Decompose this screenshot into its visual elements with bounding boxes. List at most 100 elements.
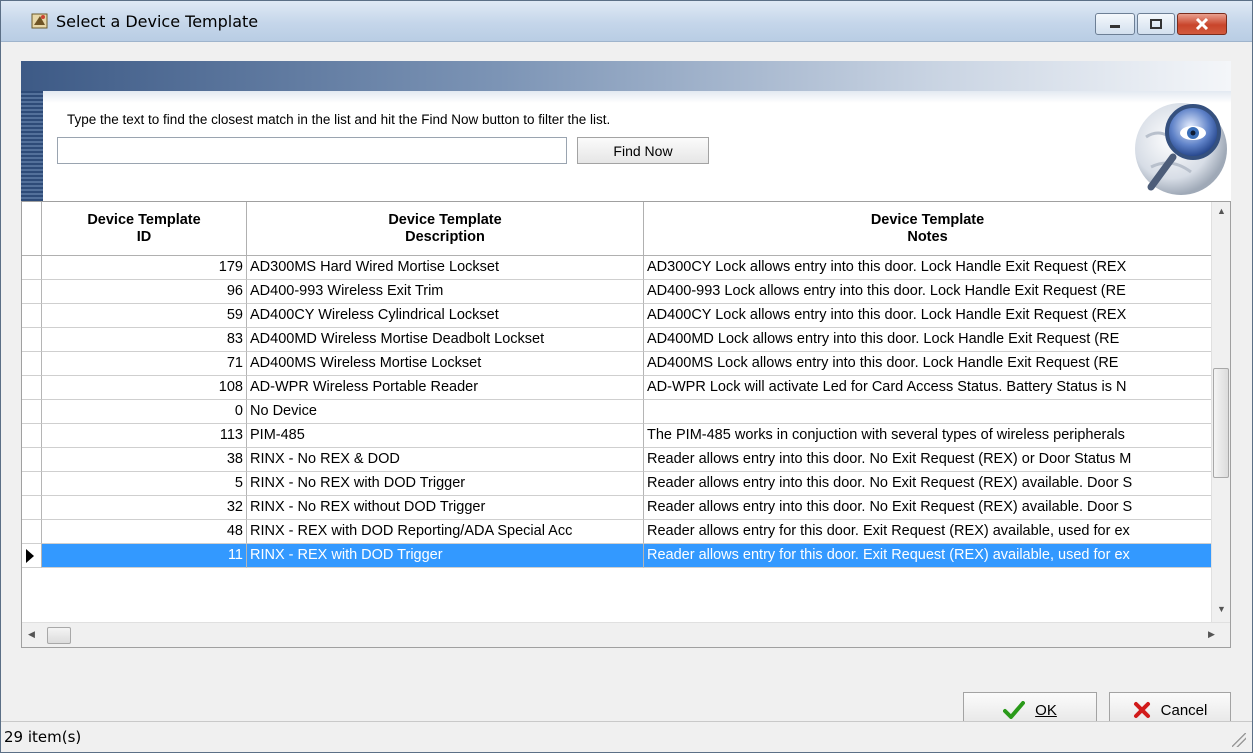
title-bar[interactable]: Select a Device Template [1,1,1252,42]
row-selector[interactable] [22,256,42,280]
cell-id: 96 [42,280,247,304]
cell-id: 0 [42,400,247,424]
table-row[interactable]: 113 PIM-485 The PIM-485 works in conjuct… [22,424,1212,448]
find-now-button[interactable]: Find Now [577,137,709,164]
row-selector[interactable] [22,544,42,568]
cell-description: AD400CY Wireless Cylindrical Lockset [247,304,644,328]
cell-id: 59 [42,304,247,328]
scroll-left-icon[interactable]: ◀ [28,629,35,640]
table-row[interactable]: 71 AD400MS Wireless Mortise Lockset AD40… [22,352,1212,376]
row-selector-header [22,202,42,256]
dialog-window: Select a Device Template Type the text t… [0,0,1253,753]
close-button[interactable] [1177,13,1227,35]
scroll-right-icon[interactable]: ▶ [1208,629,1215,640]
column-header-notes-label: Device Template Notes [870,211,985,245]
table-row-selected[interactable]: 11 RINX - REX with DOD Trigger Reader al… [22,544,1212,568]
magnifier-globe-icon [1135,103,1227,195]
table-row[interactable]: 38 RINX - No REX & DOD Reader allows ent… [22,448,1212,472]
cell-notes: Reader allows entry into this door. No E… [644,472,1212,496]
table-row[interactable]: 83 AD400MD Wireless Mortise Deadbolt Loc… [22,328,1212,352]
cell-description: RINX - No REX & DOD [247,448,644,472]
checkmark-icon [1003,701,1026,719]
table-row[interactable]: 108 AD-WPR Wireless Portable Reader AD-W… [22,376,1212,400]
search-input[interactable] [57,137,567,164]
row-selector[interactable] [22,376,42,400]
row-selector[interactable] [22,472,42,496]
table-row[interactable]: 179 AD300MS Hard Wired Mortise Lockset A… [22,256,1212,280]
vertical-scroll-thumb[interactable] [1213,368,1229,478]
cell-description: RINX - No REX with DOD Trigger [247,472,644,496]
row-selector[interactable] [22,424,42,448]
table-row[interactable]: 5 RINX - No REX with DOD Trigger Reader … [22,472,1212,496]
row-selector[interactable] [22,400,42,424]
cell-notes: AD-WPR Lock will activate Led for Card A… [644,376,1212,400]
cell-notes: Reader allows entry into this door. No E… [644,448,1212,472]
minimize-icon [1110,25,1120,28]
cell-notes: AD400MS Lock allows entry into this door… [644,352,1212,376]
scroll-down-icon[interactable]: ▼ [1217,604,1226,614]
row-pointer-icon [26,549,34,563]
header-fade [21,91,1231,103]
cell-notes: Reader allows entry for this door. Exit … [644,544,1212,568]
row-selector[interactable] [22,520,42,544]
cell-description: AD400MS Wireless Mortise Lockset [247,352,644,376]
cell-notes: Reader allows entry into this door. No E… [644,496,1212,520]
cell-notes: AD400MD Lock allows entry into this door… [644,328,1212,352]
cell-notes: Reader allows entry for this door. Exit … [644,520,1212,544]
table-row[interactable]: 0 No Device [22,400,1212,424]
cell-notes [644,400,1212,424]
device-template-grid: Device Template ID Device Template Descr… [21,201,1231,648]
row-selector[interactable] [22,448,42,472]
resize-grip-icon[interactable] [1232,733,1246,747]
header-left-strip [21,91,43,201]
cell-id: 32 [42,496,247,520]
cell-id: 38 [42,448,247,472]
cell-description: PIM-485 [247,424,644,448]
cell-id: 113 [42,424,247,448]
cell-id: 108 [42,376,247,400]
ok-label: OK [1035,701,1057,719]
column-header-description[interactable]: Device Template Description [247,202,644,256]
cell-description: RINX - REX with DOD Trigger [247,544,644,568]
minimize-button[interactable] [1095,13,1135,35]
cell-description: RINX - No REX without DOD Trigger [247,496,644,520]
search-hint: Type the text to find the closest match … [67,112,611,127]
x-icon [1133,702,1150,718]
cell-description: RINX - REX with DOD Reporting/ADA Specia… [247,520,644,544]
table-row[interactable]: 48 RINX - REX with DOD Reporting/ADA Spe… [22,520,1212,544]
cell-description: AD-WPR Wireless Portable Reader [247,376,644,400]
table-row[interactable]: 96 AD400-993 Wireless Exit Trim AD400-99… [22,280,1212,304]
cell-description: AD400-993 Wireless Exit Trim [247,280,644,304]
cancel-label: Cancel [1160,701,1208,719]
row-selector[interactable] [22,304,42,328]
cell-notes: The PIM-485 works in conjuction with sev… [644,424,1212,448]
column-header-id[interactable]: Device Template ID [42,202,247,256]
row-selector[interactable] [22,280,42,304]
status-bar: 29 item(s) [1,721,1252,752]
window-title: Select a Device Template [56,12,259,31]
cell-notes: AD400-993 Lock allows entry into this do… [644,280,1212,304]
cell-id: 11 [42,544,247,568]
table-row[interactable]: 32 RINX - No REX without DOD Trigger Rea… [22,496,1212,520]
horizontal-scrollbar[interactable]: ◀ ▶ [22,622,1230,647]
column-header-id-label: Device Template ID [87,211,201,245]
cell-id: 179 [42,256,247,280]
cell-description: AD400MD Wireless Mortise Deadbolt Lockse… [247,328,644,352]
header-banner [21,61,1231,91]
horizontal-scroll-thumb[interactable] [47,627,71,644]
cell-id: 83 [42,328,247,352]
column-header-notes[interactable]: Device Template Notes [644,202,1212,256]
cell-description: AD300MS Hard Wired Mortise Lockset [247,256,644,280]
vertical-scrollbar[interactable]: ▲ ▼ [1211,202,1230,622]
cell-description: No Device [247,400,644,424]
row-selector[interactable] [22,352,42,376]
scroll-up-icon[interactable]: ▲ [1217,206,1226,216]
table-row[interactable]: 59 AD400CY Wireless Cylindrical Lockset … [22,304,1212,328]
maximize-button[interactable] [1137,13,1175,35]
row-selector[interactable] [22,496,42,520]
cell-id: 5 [42,472,247,496]
row-selector[interactable] [22,328,42,352]
maximize-icon [1150,19,1162,29]
cell-notes: AD400CY Lock allows entry into this door… [644,304,1212,328]
app-icon [31,13,48,29]
